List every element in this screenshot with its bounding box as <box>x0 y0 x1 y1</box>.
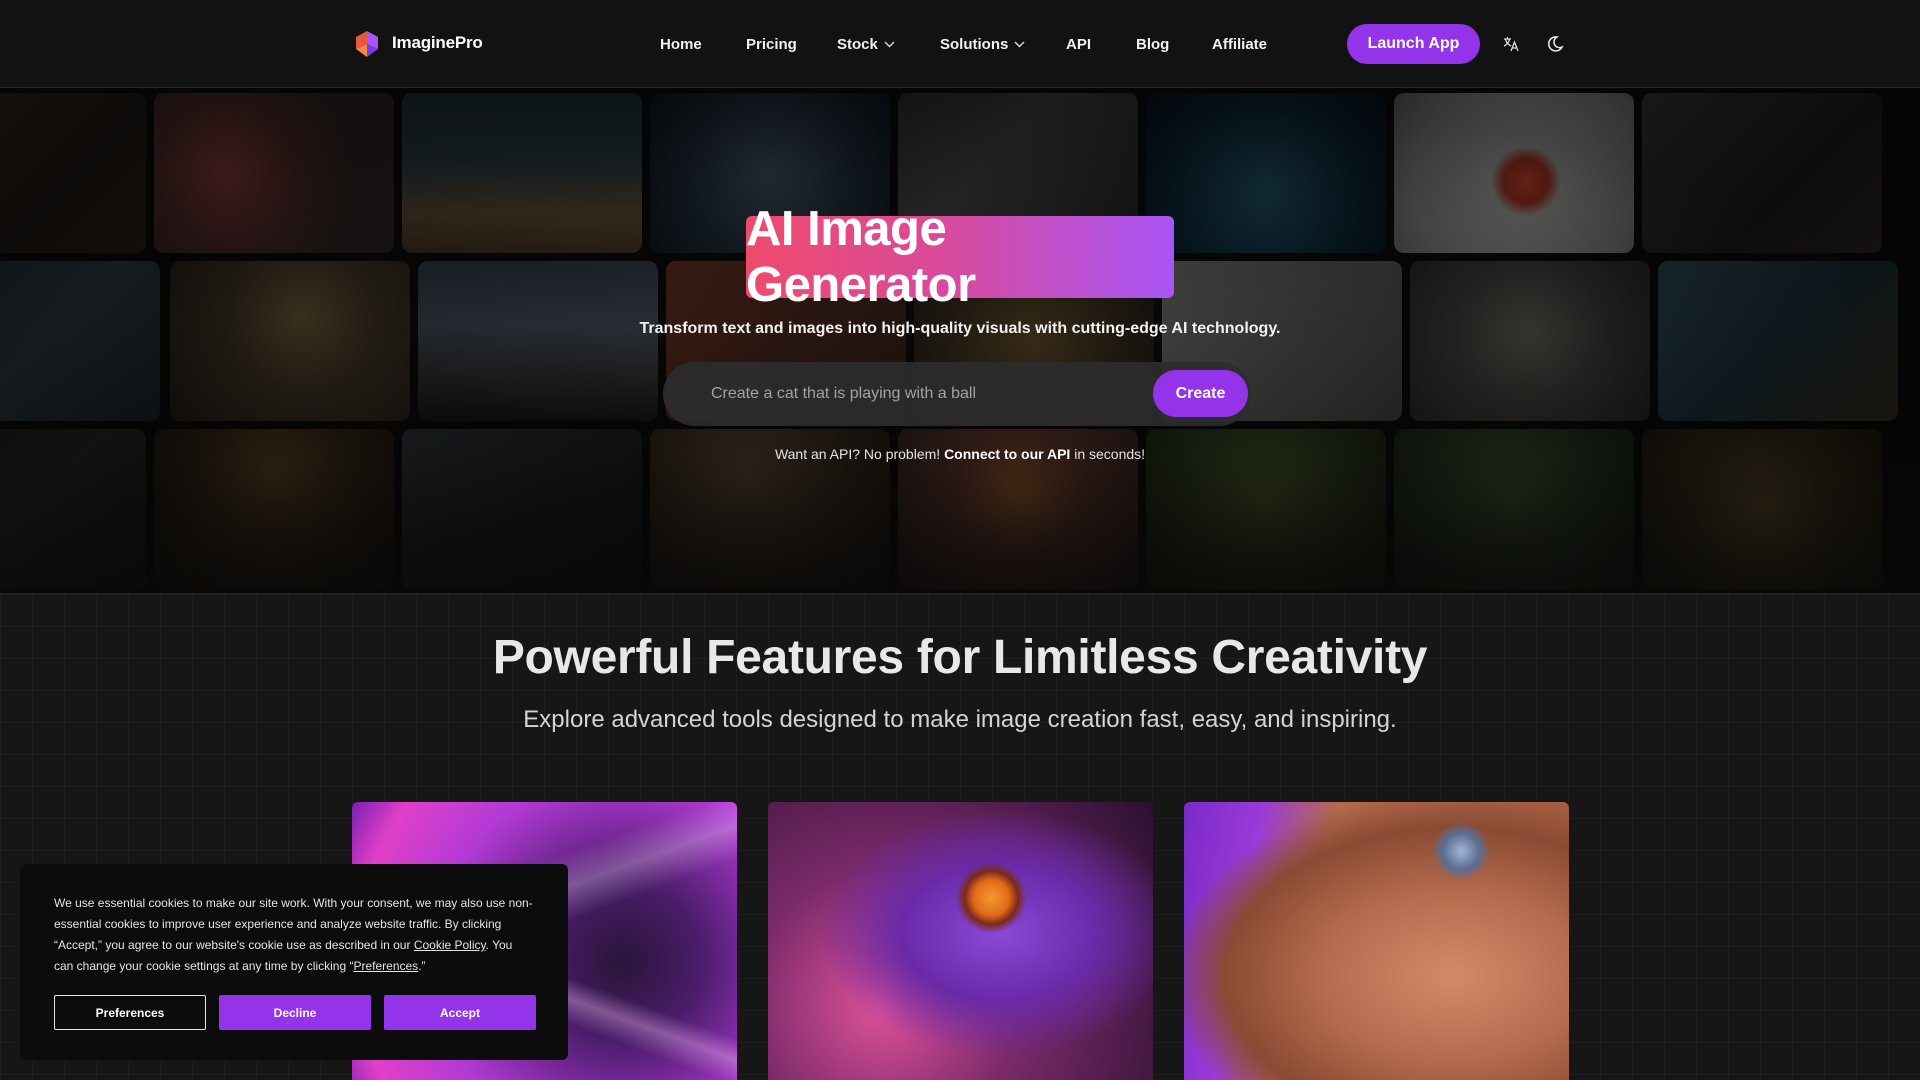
cookie-policy-link[interactable]: Cookie Policy <box>414 938 486 952</box>
hero-section: AI Image Generator Transform text and im… <box>0 88 1920 593</box>
prompt-bar: Create <box>663 362 1251 426</box>
feature-card-image[interactable] <box>768 802 1153 1080</box>
theme-toggle[interactable] <box>1543 32 1567 56</box>
accept-button[interactable]: Accept <box>384 995 536 1030</box>
nav-label: Affiliate <box>1212 35 1268 53</box>
preferences-button[interactable]: Preferences <box>54 995 206 1030</box>
navbar: ImaginePro Home Pricing Stock Solutions … <box>0 0 1920 88</box>
nav-label: Solutions <box>940 35 1009 53</box>
features-title: Powerful Features for Limitless Creativi… <box>492 631 1428 684</box>
cookie-text-part: .” <box>418 959 426 973</box>
api-callout-text: Want an API? No problem! <box>774 446 945 462</box>
chevron-down-icon <box>884 41 895 47</box>
nav-label: API <box>1066 35 1092 53</box>
api-callout: Want an API? No problem! Connect to our … <box>0 446 1920 462</box>
nav-item-affiliate[interactable]: Affiliate <box>1212 36 1267 53</box>
api-link[interactable]: Connect to our API <box>944 446 1070 462</box>
feature-card-image[interactable] <box>1184 802 1569 1080</box>
translate-icon <box>1503 37 1519 52</box>
nav-item-pricing[interactable]: Pricing <box>746 36 797 53</box>
brand-logo-link[interactable]: ImaginePro <box>352 27 483 59</box>
language-toggle[interactable] <box>1499 32 1523 56</box>
nav-label: Pricing <box>746 35 797 53</box>
decline-button[interactable]: Decline <box>219 995 371 1030</box>
nav-item-solutions[interactable]: Solutions <box>940 36 1025 53</box>
chevron-down-icon <box>1014 41 1025 47</box>
api-callout-text: in seconds! <box>1070 446 1146 462</box>
nav-label: Home <box>660 35 702 53</box>
hero-fade <box>0 453 1920 593</box>
nav-item-api[interactable]: API <box>1066 36 1091 53</box>
nav-item-blog[interactable]: Blog <box>1136 36 1169 53</box>
nav-item-home[interactable]: Home <box>660 36 702 53</box>
cookie-text: We use essential cookies to make our sit… <box>54 893 534 977</box>
prompt-input[interactable] <box>711 382 1131 406</box>
cookie-banner: We use essential cookies to make our sit… <box>20 864 568 1060</box>
nav-label: Blog <box>1136 35 1170 53</box>
cookie-preferences-link[interactable]: Preferences <box>353 959 418 973</box>
imaginepro-logo-icon <box>356 31 378 57</box>
moon-icon <box>1547 36 1564 52</box>
cookie-actions: Preferences Decline Accept <box>54 995 536 1030</box>
brand-name: ImaginePro <box>392 33 483 52</box>
nav-label: Stock <box>837 35 878 53</box>
create-button[interactable]: Create <box>1153 370 1248 417</box>
hero-title: AI Image Generator <box>746 202 1174 312</box>
features-subtitle: Explore advanced tools designed to make … <box>523 706 1397 733</box>
hero-subtitle: Transform text and images into high-qual… <box>639 320 1281 337</box>
nav-item-stock[interactable]: Stock <box>837 36 895 53</box>
launch-app-button[interactable]: Launch App <box>1347 24 1480 64</box>
